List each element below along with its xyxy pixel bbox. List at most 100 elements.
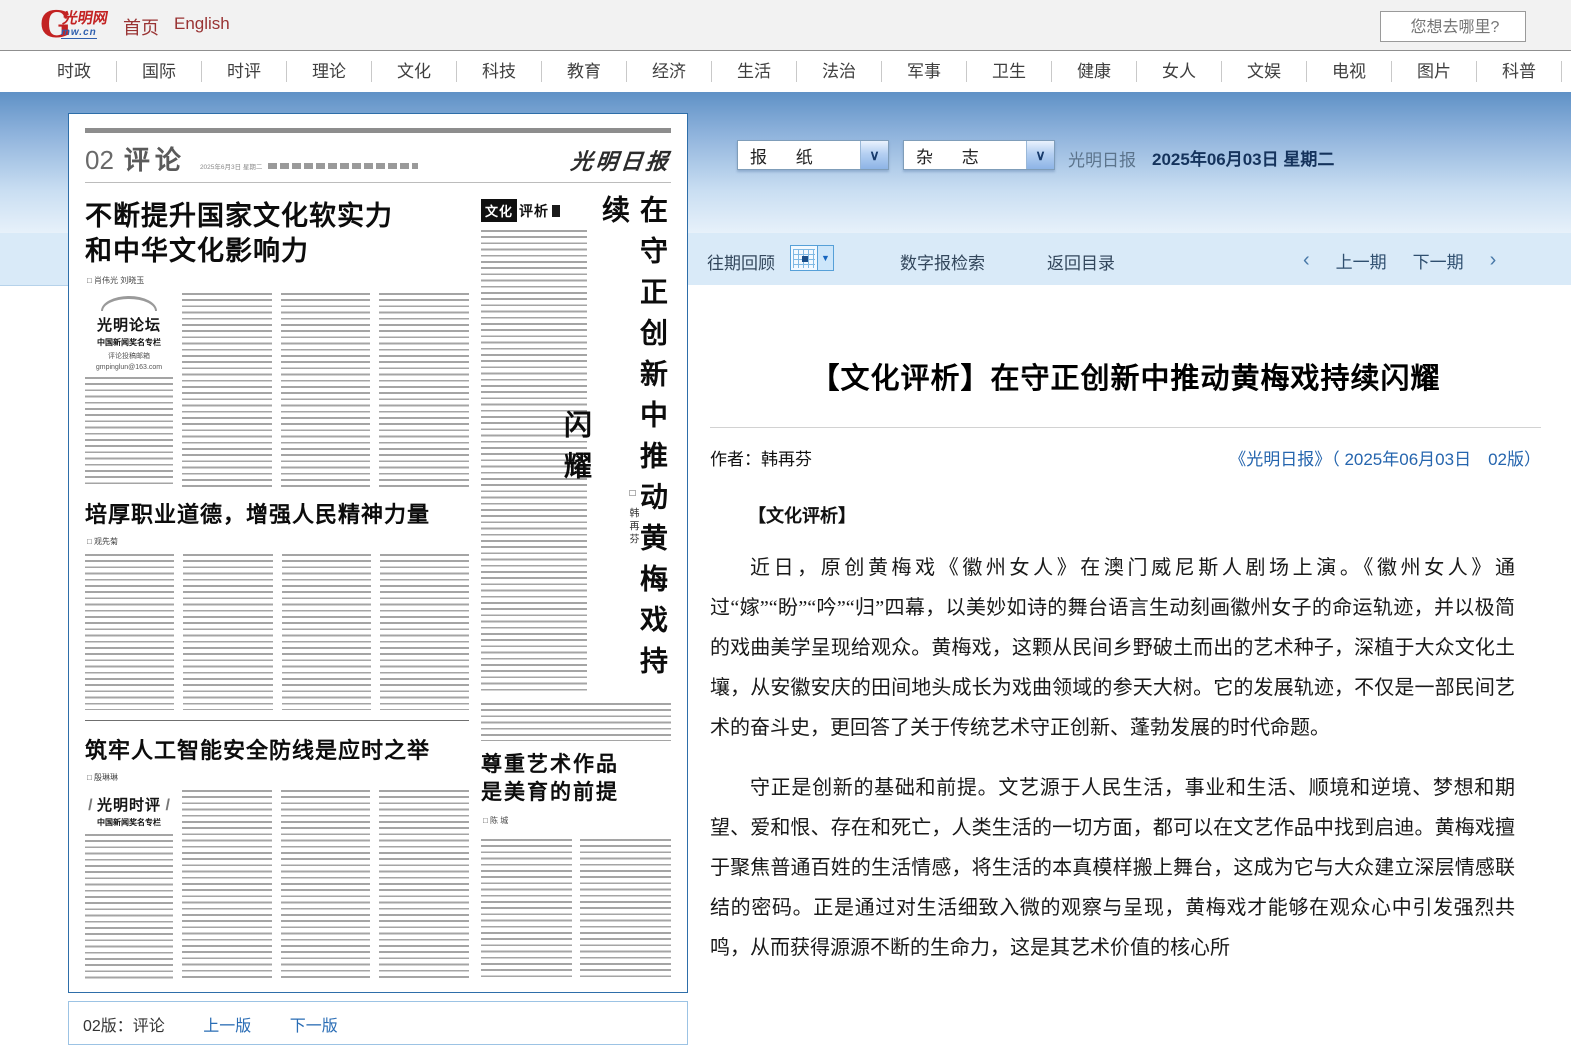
- newspaper-byline-2: □ 观先菊: [87, 536, 469, 547]
- newspaper-section-name: 评论: [124, 140, 186, 177]
- nav-item-tupian[interactable]: 图片: [1392, 61, 1477, 82]
- simulated-text-block: [85, 834, 173, 981]
- search-input[interactable]: [1381, 12, 1529, 43]
- chevron-down-icon[interactable]: ∨: [1026, 141, 1054, 169]
- newspaper-right-region: 文化 评析 在守正创新中推动黄梅戏持续 闪耀 □ 韩再芬 尊重艺术作品 是美育的…: [481, 195, 671, 981]
- article-source: 《光明日报》（ 2025年06月03日 02版）: [1229, 445, 1541, 470]
- times-box-title: 光明时评: [97, 797, 161, 814]
- newspaper-byline-3: □ 殷琳琳: [87, 772, 469, 783]
- chevron-down-icon[interactable]: ∨: [860, 141, 888, 169]
- back-to-contents-link[interactable]: 返回目录: [1047, 249, 1115, 274]
- headline-4-line-2: 是美育的前提: [481, 779, 671, 807]
- slash-decoration: /: [165, 797, 169, 814]
- nav-item-fazhi[interactable]: 法治: [797, 61, 882, 82]
- article-paragraph-2: 守正是创新的基础和前提。文艺源于人民生活，事业和生活、顺境和逆境、梦想和期望、爱…: [710, 768, 1541, 968]
- newspaper-select-value: 报 纸: [750, 143, 825, 168]
- nav-item-nvren[interactable]: 女人: [1137, 61, 1222, 82]
- prev-issue-arrow-icon[interactable]: ‹: [1303, 252, 1310, 269]
- newspaper-article-1-columns: 光明论坛 中国新闻奖名专栏 评论投稿邮箱 gmpinglun@163.com: [85, 293, 469, 487]
- issue-pager: ‹ 上一期 下一期 ›: [1303, 248, 1496, 273]
- headline-1-line-1: 不断提升国家文化软实力: [85, 199, 469, 234]
- nav-item-jiaoyu[interactable]: 教育: [542, 61, 627, 82]
- article-divider: [710, 427, 1541, 428]
- newspaper-select[interactable]: 报 纸 ∨: [737, 140, 889, 170]
- logo-domain: mw.cn: [61, 27, 97, 39]
- review-label-text: 评析: [519, 201, 549, 221]
- current-paper-name: 光明日报: [1068, 146, 1136, 171]
- newspaper-article-2-columns: [85, 554, 469, 710]
- culture-label-badge: 文化: [481, 199, 517, 222]
- article-meta-row: 作者：韩再芬 《光明日报》（ 2025年06月03日 02版）: [710, 445, 1541, 470]
- english-link[interactable]: English: [174, 14, 230, 34]
- site-search-box[interactable]: [1380, 11, 1526, 42]
- article-column-tag: 【文化评析】: [710, 502, 1541, 528]
- home-link[interactable]: 首页: [123, 14, 159, 40]
- culture-review-section: 文化 评析 在守正创新中推动黄梅戏持续 闪耀 □ 韩再芬: [481, 195, 671, 695]
- forum-arc-decoration: [101, 296, 157, 311]
- top-bar: G 光明网 mw.cn 首页 English: [0, 0, 1571, 51]
- nav-item-wenhua[interactable]: 文化: [372, 61, 457, 82]
- vertical-headline-line-1: 在守正创新中推动黄梅戏持续: [595, 195, 671, 695]
- newspaper-headline-4: 尊重艺术作品 是美育的前提: [481, 751, 671, 808]
- newspaper-divider: [85, 720, 469, 721]
- nav-item-jingji[interactable]: 经济: [627, 61, 712, 82]
- nav-item-baoxi[interactable]: 光明报系: [1562, 61, 1571, 82]
- simulated-text-block: [282, 554, 371, 710]
- digital-archive-search-link[interactable]: 数字报检索: [900, 249, 985, 274]
- simulated-text-block: [580, 839, 671, 981]
- logo-chinese-name: 光明网: [61, 7, 110, 28]
- calendar-dropdown-icon[interactable]: ▼: [818, 245, 834, 271]
- article-title: 【文化评析】在守正创新中推动黄梅戏持续闪耀: [710, 355, 1541, 397]
- forum-box-title: 光明论坛: [85, 314, 173, 335]
- newspaper-headline-3: 筑牢人工智能安全防线是应时之举: [85, 733, 469, 765]
- nav-item-shizheng[interactable]: 时政: [32, 61, 117, 82]
- times-box: / 光明时评 / 中国新闻奖名专栏: [85, 794, 173, 828]
- forum-box-subtitle: 中国新闻奖名专栏: [85, 337, 173, 348]
- newspaper-page-header: 02 评论 2025年6月3日 星期二 光明日报: [85, 140, 671, 183]
- nav-item-keji[interactable]: 科技: [457, 61, 542, 82]
- nav-item-lilun[interactable]: 理论: [287, 61, 372, 82]
- nav-item-weisheng[interactable]: 卫生: [967, 61, 1052, 82]
- headline-1-line-2: 和中华文化影响力: [85, 234, 469, 269]
- gmw-logo[interactable]: G 光明网 mw.cn: [40, 6, 130, 46]
- newspaper-page-number: 02: [85, 145, 114, 176]
- newspaper-body: 不断提升国家文化软实力 和中华文化影响力 □ 肖伟光 刘晓玉 光明论坛 中国新闻…: [85, 195, 671, 981]
- newspaper-article-4-columns: [481, 839, 671, 981]
- newspaper-masthead: 光明日报: [569, 144, 672, 176]
- back-issues-link[interactable]: 往期回顾: [707, 249, 775, 274]
- current-issue-date: 2025年06月03日 星期二: [1152, 145, 1334, 170]
- newspaper-headline-2: 培厚职业道德，增强人民精神力量: [85, 497, 469, 529]
- simulated-text-block: [85, 554, 174, 710]
- calendar-picker[interactable]: ▼: [790, 245, 834, 271]
- nav-item-shiping[interactable]: 时评: [202, 61, 287, 82]
- nav-item-dianshi[interactable]: 电视: [1307, 61, 1392, 82]
- forum-box-note: 评论投稿邮箱: [85, 351, 173, 361]
- simulated-text-block: [481, 703, 671, 741]
- nav-item-jiankang[interactable]: 健康: [1052, 61, 1137, 82]
- vertical-headline-line-2: 闪耀: [557, 195, 595, 695]
- newspaper-editor-credits: [268, 163, 418, 169]
- main-nav: 时政 国际 时评 理论 文化 科技 教育 经济 生活 法治 军事 卫生 健康 女…: [0, 51, 1571, 92]
- prev-issue-link[interactable]: 上一期: [1336, 248, 1387, 273]
- simulated-text-block: [379, 293, 469, 487]
- nav-item-shenghuo[interactable]: 生活: [712, 61, 797, 82]
- newspaper-date-line: 2025年6月3日 星期二: [200, 161, 263, 171]
- newspaper-byline-4: □ 陈 城: [483, 815, 671, 826]
- simulated-text-block: [380, 554, 469, 710]
- magazine-select[interactable]: 杂 志 ∨: [903, 140, 1055, 170]
- calendar-icon[interactable]: [790, 245, 818, 271]
- nav-item-guoji[interactable]: 国际: [117, 61, 202, 82]
- simulated-text-block: [182, 293, 272, 487]
- nav-item-kepu[interactable]: 科普: [1477, 61, 1562, 82]
- next-issue-link[interactable]: 下一期: [1413, 248, 1464, 273]
- simulated-text-block: [281, 790, 371, 981]
- article-author: 作者：韩再芬: [710, 445, 812, 470]
- next-issue-arrow-icon[interactable]: ›: [1490, 252, 1497, 269]
- magazine-select-value: 杂 志: [916, 143, 991, 168]
- newspaper-page-image[interactable]: 02 评论 2025年6月3日 星期二 光明日报 不断提升国家文化软实力 和中华…: [68, 113, 688, 993]
- nav-item-wenyu[interactable]: 文娱: [1222, 61, 1307, 82]
- newspaper-article-3-columns: / 光明时评 / 中国新闻奖名专栏: [85, 790, 469, 981]
- newspaper-headline-1: 不断提升国家文化软实力 和中华文化影响力: [85, 199, 469, 268]
- nav-item-junshi[interactable]: 军事: [882, 61, 967, 82]
- simulated-text-block: [379, 790, 469, 981]
